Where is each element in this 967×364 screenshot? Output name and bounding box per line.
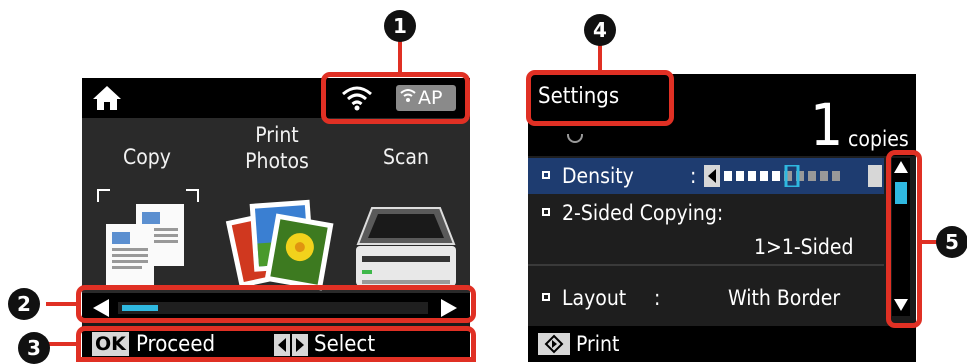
home-icon[interactable]	[92, 85, 122, 111]
callout-line-1	[398, 40, 402, 74]
setting-row-2-sided-copying[interactable]: 2-Sided Copying: 1>1-Sided	[528, 196, 884, 262]
callout-box-scrollbar	[76, 285, 476, 323]
menu-item-label: Print Photos	[245, 123, 309, 173]
copy-icon	[97, 189, 199, 288]
density-slider[interactable]	[704, 165, 882, 187]
callout-line-4	[598, 44, 602, 72]
start-button-icon	[538, 333, 570, 355]
layout-value: With Border	[728, 286, 841, 310]
copies-label: copies	[848, 127, 909, 151]
row-divider	[528, 264, 884, 266]
layout-separator: :	[654, 286, 661, 310]
bullet-icon	[542, 171, 550, 179]
menu-area: Copy Print Photos Scan	[82, 118, 470, 294]
callout-number-1: 1	[384, 10, 416, 42]
callout-line-2	[46, 302, 78, 306]
layout-label: Layout	[562, 286, 627, 310]
menu-item-scan[interactable]: Scan	[342, 118, 470, 294]
print-guide: Print	[528, 326, 916, 362]
copies-number[interactable]: 1	[810, 94, 843, 156]
density-label: Density	[562, 164, 634, 188]
callout-box-status-icons	[321, 72, 470, 124]
menu-item-print-photos[interactable]: Print Photos	[212, 118, 342, 294]
menu-item-label: Copy	[123, 145, 171, 169]
two-sided-value: 1>1-Sided	[754, 235, 854, 259]
bullet-icon	[542, 293, 550, 301]
print-label: Print	[576, 332, 620, 356]
menu-item-copy[interactable]: Copy	[82, 118, 212, 294]
callout-number-5: 5	[936, 226, 967, 258]
bullet-icon	[542, 208, 550, 216]
setting-row-density[interactable]: Density :	[528, 158, 884, 194]
scanner-icon	[356, 207, 456, 286]
callout-box-settings-title	[526, 70, 674, 126]
callout-line-3	[46, 342, 78, 346]
callout-box-settings-scrollbar	[886, 150, 922, 328]
callout-number-4: 4	[584, 14, 616, 46]
copy-indicator-icon	[566, 126, 584, 143]
callout-number-2: 2	[8, 288, 40, 320]
density-separator: :	[690, 164, 697, 188]
menu-item-label: Scan	[383, 145, 429, 169]
callout-box-button-guide	[76, 326, 476, 362]
setting-row-layout[interactable]: Layout : With Border	[528, 282, 884, 318]
callout-number-3: 3	[18, 332, 50, 364]
two-sided-label: 2-Sided Copying:	[562, 201, 724, 225]
photos-icon	[225, 199, 334, 291]
